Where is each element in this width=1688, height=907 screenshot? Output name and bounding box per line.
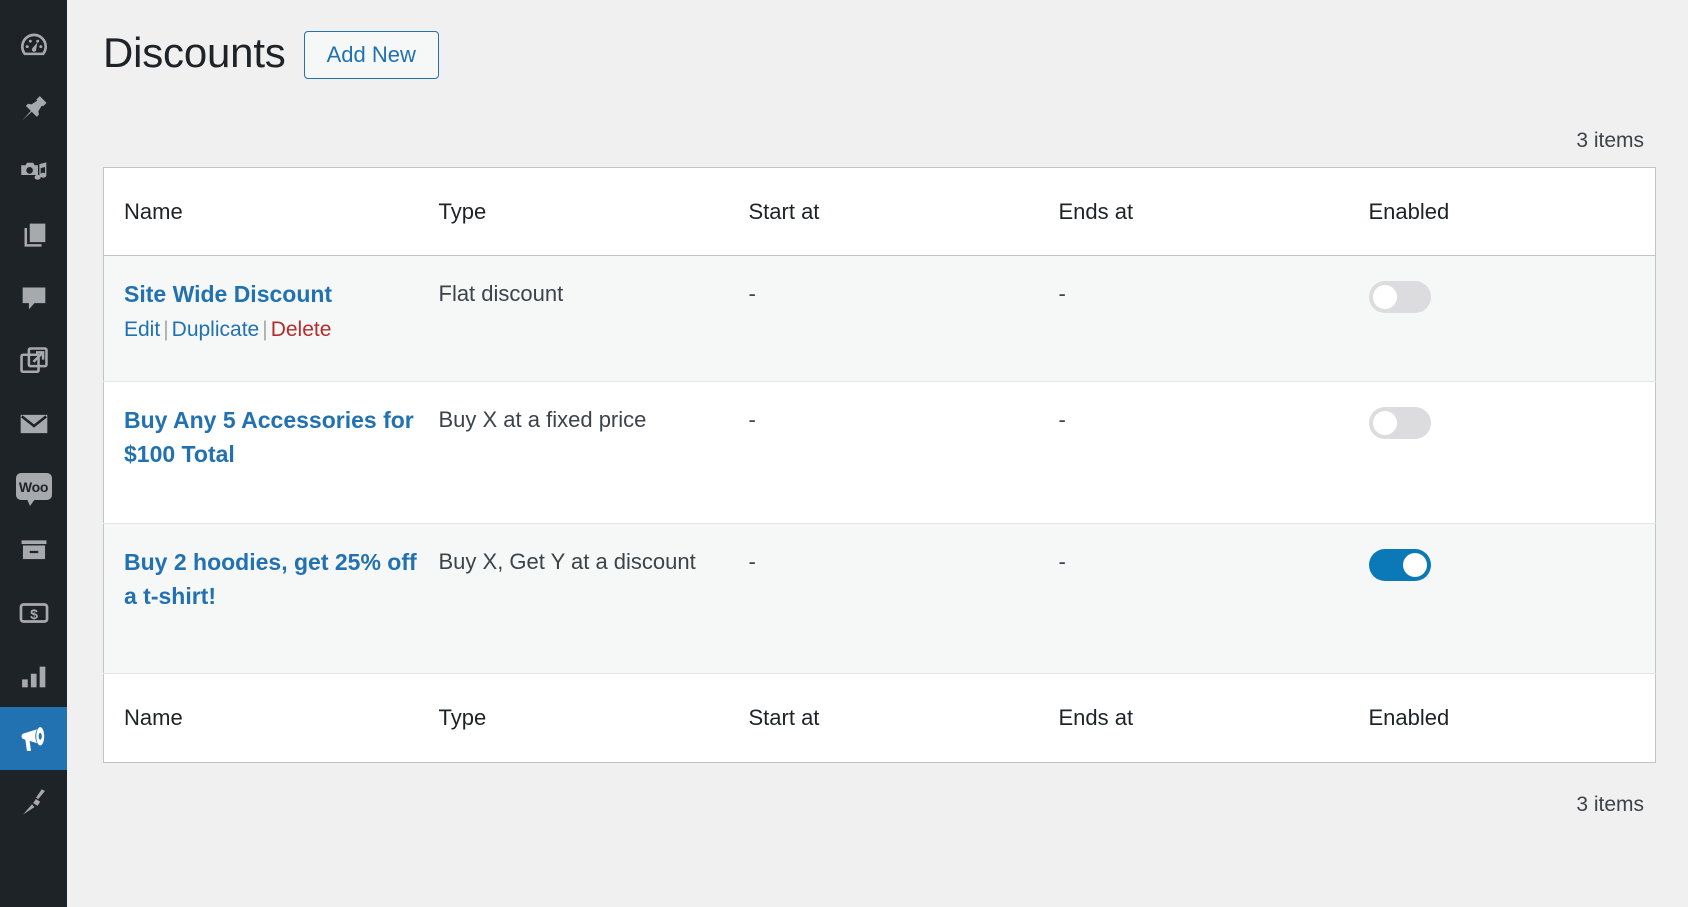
sidebar-item-products[interactable]: Products <box>0 518 67 581</box>
page-header: Discounts Add New <box>103 18 1656 85</box>
column-header-type[interactable]: Type <box>418 167 729 256</box>
cell-ends-at: - <box>1038 381 1349 525</box>
main-content: Discounts Add New 3 items Name Type Star… <box>67 0 1688 907</box>
duplicate-link[interactable]: Duplicate <box>172 318 260 341</box>
toggle-knob <box>1372 410 1397 435</box>
table-row: Site Wide Discount Edit | Duplicate | Delete… <box>103 255 1656 383</box>
external-link-icon <box>17 344 51 378</box>
paintbrush-icon <box>17 785 51 819</box>
cell-enabled <box>1348 523 1656 675</box>
edit-link[interactable]: Edit <box>124 318 160 341</box>
cell-start-at: - <box>728 381 1039 525</box>
table-row: Buy Any 5 Accessories for $100 Total Buy… <box>103 381 1656 525</box>
column-footer-start-at[interactable]: Start at <box>728 673 1039 763</box>
admin-screen: Dashboard Posts Media <box>0 0 1688 907</box>
action-separator: | <box>262 317 268 341</box>
dashboard-icon <box>17 29 51 63</box>
money-icon: $ <box>17 596 51 630</box>
discounts-table: Name Type Start at Ends at Enabled Site … <box>103 166 1656 764</box>
cell-ends-at: - <box>1038 255 1349 383</box>
cell-type: Flat discount <box>418 255 729 383</box>
sidebar-item-posts[interactable]: Posts <box>0 77 67 140</box>
column-footer-ends-at[interactable]: Ends at <box>1038 673 1349 763</box>
column-footer-name[interactable]: Name <box>103 673 419 763</box>
cell-name: Buy 2 hoodies, get 25% off a t-shirt! <box>103 523 419 675</box>
column-header-name[interactable]: Name <box>103 167 419 256</box>
sidebar-item-popups[interactable]: Popups <box>0 329 67 392</box>
enabled-toggle[interactable] <box>1368 406 1431 439</box>
envelope-icon <box>17 407 51 441</box>
cell-name: Site Wide Discount Edit | Duplicate | Delete <box>103 255 419 383</box>
table-foot: Name Type Start at Ends at Enabled <box>103 673 1656 763</box>
cell-enabled <box>1348 255 1656 383</box>
sidebar-item-woocommerce[interactable]: Woo <box>0 455 67 518</box>
page-title: Discounts <box>103 29 286 76</box>
svg-text:$: $ <box>30 606 38 622</box>
sidebar-item-media[interactable]: Media <box>0 140 67 203</box>
table-body: Site Wide Discount Edit | Duplicate | Delete… <box>103 255 1656 675</box>
table-header-row: Name Type Start at Ends at Enabled <box>103 167 1656 256</box>
sidebar-item-comments[interactable]: Comments <box>0 266 67 329</box>
discount-name-link[interactable]: Buy Any 5 Accessories for $100 Total <box>124 404 419 471</box>
delete-link[interactable]: Delete <box>271 318 332 341</box>
cell-ends-at: - <box>1038 523 1349 675</box>
cell-name: Buy Any 5 Accessories for $100 Total <box>103 381 419 525</box>
megaphone-icon <box>17 722 51 756</box>
enabled-toggle[interactable] <box>1368 280 1431 313</box>
column-header-start-at[interactable]: Start at <box>728 167 1039 256</box>
pin-icon <box>17 92 51 126</box>
column-header-enabled[interactable]: Enabled <box>1348 167 1656 256</box>
sidebar-item-marketing[interactable]: Marketing <box>0 707 67 770</box>
row-actions: Edit | Duplicate | Delete <box>124 314 419 346</box>
toggle-knob <box>1372 284 1397 309</box>
column-header-ends-at[interactable]: Ends at <box>1038 167 1349 256</box>
column-footer-enabled[interactable]: Enabled <box>1348 673 1656 763</box>
sidebar-item-pages[interactable]: Pages <box>0 203 67 266</box>
toggle-knob <box>1402 552 1427 577</box>
woo-icon: Woo <box>15 473 52 506</box>
pages-icon <box>17 218 51 252</box>
sidebar-item-dashboard[interactable]: Dashboard <box>0 14 67 77</box>
cell-type: Buy X at a fixed price <box>418 381 729 525</box>
media-icon <box>17 155 51 189</box>
discount-name-link[interactable]: Buy 2 hoodies, get 25% off a t-shirt! <box>124 546 419 613</box>
cell-type: Buy X, Get Y at a discount <box>418 523 729 675</box>
discount-name-link[interactable]: Site Wide Discount <box>124 278 332 311</box>
table-head: Name Type Start at Ends at Enabled <box>103 167 1656 256</box>
sidebar-item-mail[interactable]: Mail <box>0 392 67 455</box>
table-row: Buy 2 hoodies, get 25% off a t-shirt! Bu… <box>103 523 1656 675</box>
sidebar-item-payments[interactable]: $ Payments <box>0 581 67 644</box>
sidebar-item-appearance[interactable]: Appearance <box>0 770 67 833</box>
cell-start-at: - <box>728 255 1039 383</box>
table-footer-row: Name Type Start at Ends at Enabled <box>103 673 1656 763</box>
archive-box-icon <box>17 533 51 567</box>
cell-enabled <box>1348 381 1656 525</box>
admin-sidebar: Dashboard Posts Media <box>0 0 67 907</box>
cell-start-at: - <box>728 523 1039 675</box>
add-new-button[interactable]: Add New <box>303 31 439 80</box>
items-count-bottom: 3 items <box>1576 793 1644 817</box>
action-separator: | <box>163 317 169 341</box>
items-count-top: 3 items <box>1576 128 1644 152</box>
bar-chart-icon <box>17 659 51 693</box>
sidebar-item-analytics[interactable]: Analytics <box>0 644 67 707</box>
comment-icon <box>17 281 51 315</box>
column-footer-type[interactable]: Type <box>418 673 729 763</box>
enabled-toggle[interactable] <box>1368 548 1431 581</box>
